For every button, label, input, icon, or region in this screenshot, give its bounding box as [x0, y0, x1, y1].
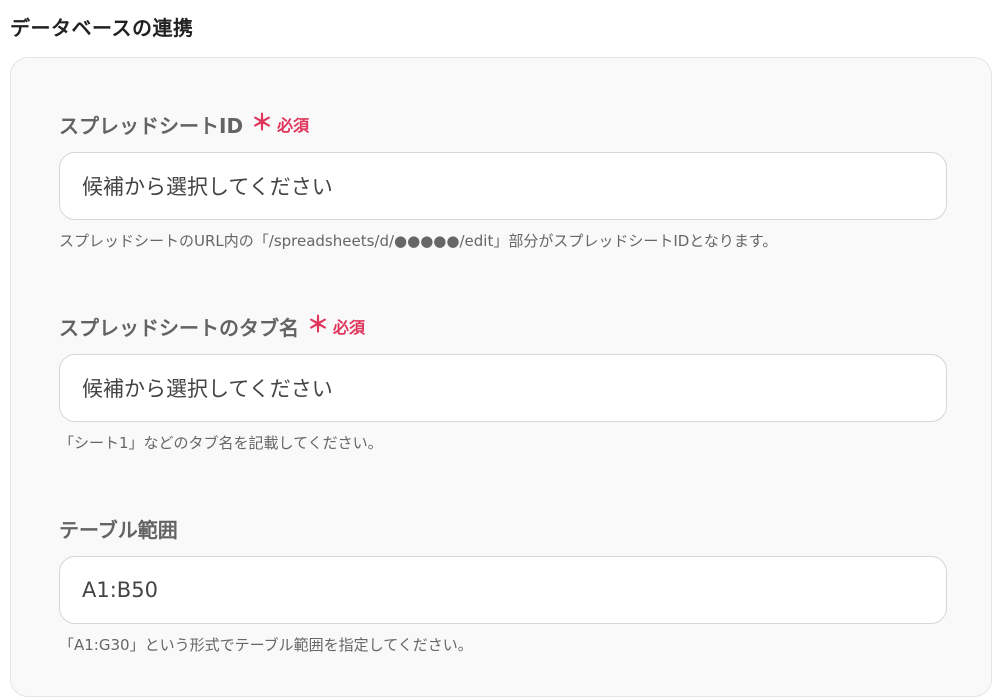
sheet-tab-name-field: スプレッドシートのタブ名 ＊ 必須 候補から選択してください 「シート1」などの… [59, 312, 947, 453]
table-range-field: テーブル範囲 A1:B50 「A1:G30」という形式でテーブル範囲を指定してく… [59, 514, 947, 655]
sheet-tab-name-label: スプレッドシートのタブ名 [59, 315, 299, 340]
required-badge: 必須 [277, 116, 310, 135]
table-range-label: テーブル範囲 [59, 517, 178, 542]
spreadsheet-id-field: スプレッドシートID ＊ 必須 候補から選択してください スプレッドシートのUR… [59, 110, 947, 251]
spreadsheet-id-select[interactable]: 候補から選択してください [59, 152, 947, 220]
section-title: データベースの連携 [10, 16, 194, 40]
table-range-help: 「A1:G30」という形式でテーブル範囲を指定してください。 [59, 636, 473, 654]
spreadsheet-id-label-row: スプレッドシートID ＊ 必須 [59, 110, 947, 138]
required-asterisk-icon: ＊ [307, 313, 330, 338]
sheet-tab-name-select[interactable]: 候補から選択してください [59, 354, 947, 422]
sheet-tab-name-value: 候補から選択してください [82, 377, 333, 401]
spreadsheet-id-label: スプレッドシートID [59, 113, 244, 138]
sheet-tab-name-label-row: スプレッドシートのタブ名 ＊ 必須 [59, 312, 947, 340]
table-range-label-row: テーブル範囲 [59, 514, 947, 542]
required-badge: 必須 [333, 318, 366, 337]
table-range-input[interactable]: A1:B50 [59, 556, 947, 624]
spreadsheet-id-value: 候補から選択してください [82, 175, 333, 199]
required-asterisk-icon: ＊ [251, 111, 274, 136]
database-settings-panel: スプレッドシートID ＊ 必須 候補から選択してください スプレッドシートのUR… [10, 57, 992, 697]
sheet-tab-name-help: 「シート1」などのタブ名を記載してください。 [59, 434, 383, 452]
table-range-value: A1:B50 [82, 578, 158, 602]
spreadsheet-id-help: スプレッドシートのURL内の「/spreadsheets/d/●●●●●/edi… [59, 232, 778, 250]
